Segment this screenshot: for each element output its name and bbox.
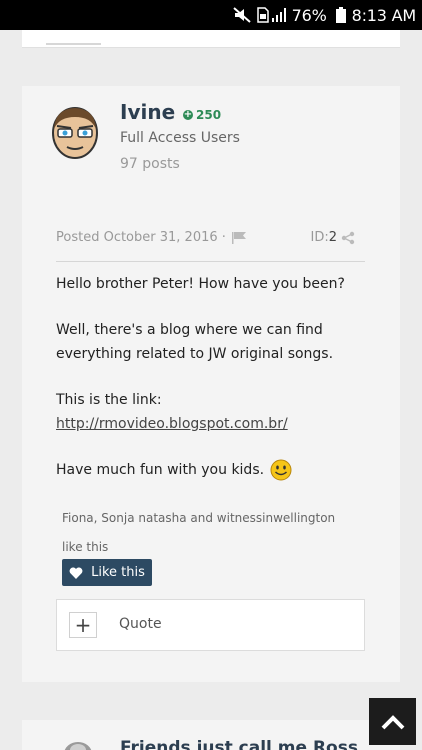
like-button[interactable]: Like this <box>62 559 152 586</box>
author-group: Full Access Users <box>120 130 240 146</box>
post-paragraph-text: Have much fun with you kids. <box>56 462 265 478</box>
post-paragraph: Have much fun with you kids. <box>56 458 292 482</box>
link-prefix: This is the link: <box>56 392 162 408</box>
author-post-count: 97 posts <box>120 156 180 172</box>
likes-summary[interactable]: Fiona, Sonja natasha and witnessinwellin… <box>62 504 352 562</box>
post-date: Posted October 31, 2016 · <box>56 230 226 245</box>
like-button-label: Like this <box>91 565 145 580</box>
quote-label: Quote <box>119 616 162 632</box>
battery-percent: 76% <box>291 5 327 25</box>
meta-divider <box>56 261 365 262</box>
status-bar: 76% 8:13 AM <box>0 0 422 30</box>
post-id-value[interactable]: 2 <box>329 230 337 245</box>
status-time: 8:13 AM <box>351 5 417 25</box>
previous-post-card <box>22 30 400 48</box>
plus-icon[interactable]: + <box>69 612 97 638</box>
avatar[interactable] <box>60 738 96 750</box>
heart-icon <box>69 566 83 579</box>
next-post-author-title[interactable]: Friends just call me Ross <box>120 738 358 750</box>
post-paragraph: This is the link: http://rmovideo.blogsp… <box>56 388 365 436</box>
post-paragraph: Well, there's a blog where we can find e… <box>56 322 334 362</box>
post-id-label: ID: <box>310 230 329 245</box>
post-card: Ivine + 250 Full Access Users 97 posts P… <box>22 86 400 682</box>
blog-link[interactable]: http://rmovideo.blogspot.com.br/ <box>56 416 288 432</box>
smiley-icon <box>270 459 292 481</box>
avatar[interactable] <box>49 103 101 159</box>
reputation-plus-icon: + <box>183 109 193 120</box>
sim-icon <box>256 7 269 23</box>
divider <box>46 43 101 45</box>
scroll-top-icon <box>381 714 404 729</box>
signal-icon <box>271 8 286 22</box>
battery-icon <box>335 7 346 23</box>
author-name[interactable]: Ivine <box>120 100 175 124</box>
flag-icon[interactable] <box>231 231 246 244</box>
scroll-to-top-button[interactable] <box>369 698 416 745</box>
mute-icon <box>232 7 251 23</box>
reputation-count: 250 <box>196 108 222 122</box>
reputation-badge: + 250 <box>183 108 221 122</box>
quote-button[interactable]: + Quote <box>56 599 365 651</box>
next-post-card: Friends just call me Ross <box>22 720 400 750</box>
post-paragraph: Hello brother Peter! How have you been? <box>56 276 345 292</box>
share-icon[interactable] <box>341 231 355 245</box>
